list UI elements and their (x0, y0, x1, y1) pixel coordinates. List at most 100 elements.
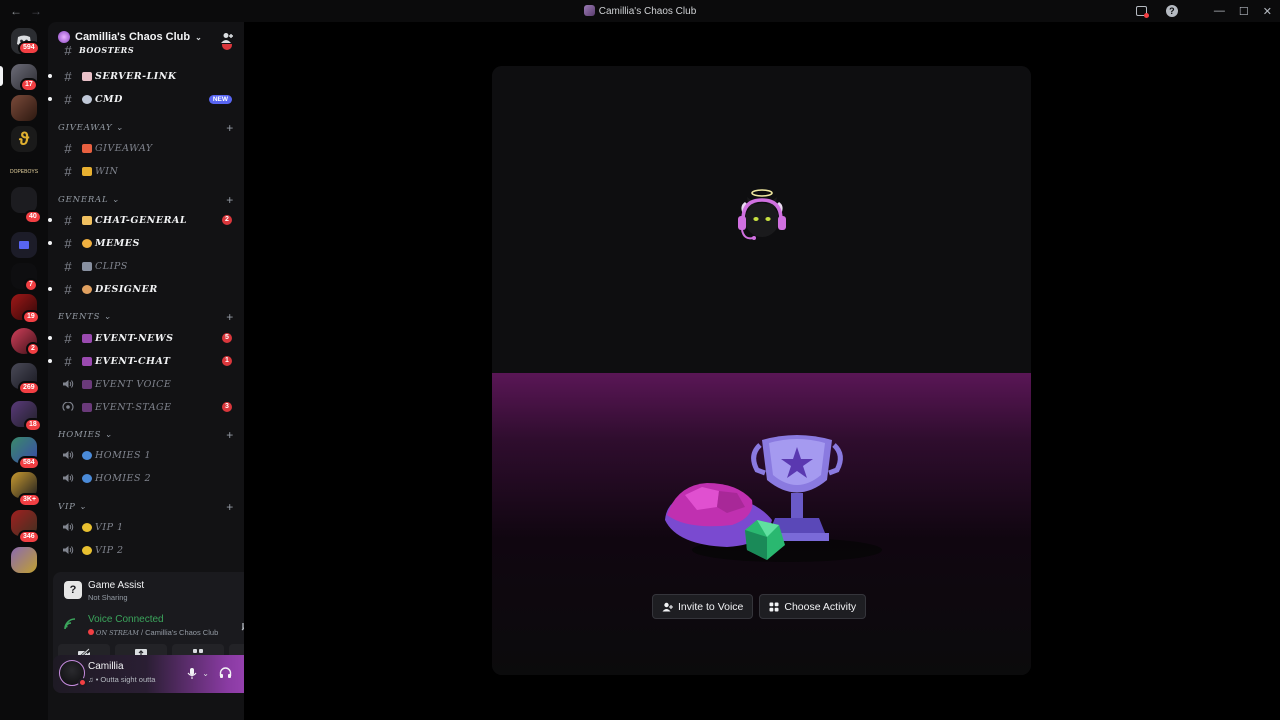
invite-to-voice-button[interactable]: Invite to Voice (652, 594, 754, 619)
channel-event-stage[interactable]: EVENT-STAGE 3 (54, 397, 238, 417)
server-badge: 17 (20, 78, 38, 92)
title-bar: ← → Camillia's Chaos Club ? — ☐ ✕ (0, 0, 1280, 22)
channel-memes[interactable]: # MEMES (48, 233, 238, 253)
category-events[interactable]: EVENTS ⌄ + (58, 310, 234, 326)
hash-icon: # (64, 140, 72, 156)
server-rail: 594 17 ϑ DOPEBOYS 40 7 19 2 269 18 584 3… (0, 22, 48, 720)
server-folder-blue[interactable] (11, 232, 37, 258)
server-badge: 3K+ (18, 493, 42, 507)
category-vip[interactable]: VIP ⌄ + (58, 500, 234, 516)
speaker-icon (60, 379, 76, 389)
game-assist-title: Game Assist (88, 580, 145, 591)
hash-icon: # (64, 330, 72, 346)
inbox-button[interactable] (1134, 3, 1150, 19)
avatar-mascot-icon (738, 189, 786, 240)
participant-area (492, 66, 1031, 373)
server-name: Camillia's Chaos Club (75, 31, 191, 43)
voice-connected-label[interactable]: Voice Connected (88, 614, 164, 625)
minimize-button[interactable]: — (1214, 5, 1225, 17)
laugh-emoji-icon (82, 238, 92, 248)
stage-icon (60, 401, 76, 412)
channel-vip-2[interactable]: VIP 2 (54, 540, 238, 560)
server-dopeboys[interactable]: DOPEBOYS (10, 159, 38, 185)
inbox-icon (1136, 6, 1150, 18)
add-channel-icon[interactable]: + (226, 428, 234, 442)
server-icon-2[interactable] (11, 95, 37, 121)
channel-event-voice[interactable]: EVENT VOICE (54, 374, 238, 394)
gift-emoji-icon (82, 143, 92, 153)
robot-emoji-icon (82, 94, 92, 104)
server-badge: 40 (24, 210, 42, 224)
server-badge: 584 (18, 456, 40, 470)
server-header[interactable]: Camillia's Chaos Club ⌄ (58, 31, 202, 43)
yellow-circle-emoji-icon (82, 545, 92, 555)
help-button[interactable]: ? (1164, 3, 1180, 19)
mention-count: 5 (222, 333, 232, 343)
category-general[interactable]: GENERAL ⌄ + (58, 193, 234, 209)
server-boost-icon (58, 31, 70, 43)
channel-boosters[interactable]: # BOOSTERS (54, 44, 238, 56)
server-icon-3[interactable]: ϑ (11, 126, 37, 152)
event-emoji-icon (82, 333, 92, 343)
help-icon: ? (1165, 5, 1178, 17)
channel-giveaway[interactable]: # GIVEAWAY (54, 138, 238, 158)
invite-people-icon[interactable] (220, 32, 234, 44)
channel-cmd[interactable]: # CMD NEW (48, 89, 238, 109)
unread-count (222, 44, 232, 50)
channel-clips[interactable]: # CLIPS (54, 256, 238, 276)
yellow-circle-emoji-icon (82, 522, 92, 532)
add-channel-icon[interactable]: + (226, 310, 234, 324)
hash-icon: # (64, 258, 72, 274)
channel-homies-1[interactable]: HOMIES 1 (54, 445, 238, 465)
add-channel-icon[interactable]: + (226, 193, 234, 207)
chevron-down-icon: ⌄ (195, 32, 202, 42)
chevron-down-icon[interactable]: ⌄ (202, 669, 209, 678)
unread-dot (48, 218, 52, 222)
mention-count: 3 (222, 402, 232, 412)
server-folder-7[interactable] (11, 547, 37, 573)
maximize-button[interactable]: ☐ (1239, 5, 1249, 18)
avatar[interactable] (59, 660, 87, 687)
channel-server-link[interactable]: # SERVER-LINK (48, 66, 238, 86)
close-button[interactable]: ✕ (1263, 5, 1272, 18)
category-homies[interactable]: HOMIES ⌄ + (58, 428, 234, 444)
trophy-illustration-icon (665, 435, 882, 562)
blue-circle-emoji-icon (82, 450, 92, 460)
channel-win[interactable]: # WIN (54, 161, 238, 181)
channel-chat-general[interactable]: # CHAT-GENERAL 2 (48, 210, 238, 230)
add-user-icon (662, 602, 673, 611)
server-badge: 7 (24, 278, 38, 292)
hash-icon: # (64, 91, 72, 107)
category-giveaway[interactable]: GIVEAWAY ⌄ + (58, 121, 234, 137)
channel-designer[interactable]: # DESIGNER (48, 279, 238, 299)
hash-icon: # (64, 68, 72, 84)
channel-homies-2[interactable]: HOMIES 2 (54, 468, 238, 488)
speaker-icon (60, 473, 76, 483)
activity-promo: Invite to Voice Choose Activity (492, 373, 1031, 675)
mute-button[interactable] (185, 666, 199, 680)
server-badge: 346 (18, 530, 40, 544)
username[interactable]: Camillia (88, 661, 124, 672)
custom-status: ♫ • Outta sight outta (88, 675, 156, 684)
deafen-button[interactable] (218, 666, 232, 680)
palette-emoji-icon (82, 284, 92, 294)
add-channel-icon[interactable]: + (226, 121, 234, 135)
mention-count: 2 (222, 215, 232, 225)
window-title: Camillia's Chaos Club (0, 5, 1280, 17)
unread-dot (48, 74, 52, 78)
game-assist-status: Not Sharing (88, 593, 128, 602)
dnd-status-icon (78, 678, 87, 687)
main-content: Invite to Voice Choose Activity (244, 22, 1280, 720)
hash-icon: # (64, 163, 72, 179)
game-assist-icon: ? (64, 581, 82, 599)
voice-stage-card: Invite to Voice Choose Activity (492, 66, 1031, 675)
mention-count: 1 (222, 356, 232, 366)
hash-icon: # (64, 235, 72, 251)
envelope-emoji-icon (82, 71, 92, 81)
channel-event-news[interactable]: # EVENT-NEWS 5 (48, 328, 238, 348)
event-emoji-icon (82, 356, 92, 366)
channel-vip-1[interactable]: VIP 1 (54, 517, 238, 537)
channel-event-chat[interactable]: # EVENT-CHAT 1 (48, 351, 238, 371)
choose-activity-button[interactable]: Choose Activity (759, 594, 867, 619)
add-channel-icon[interactable]: + (226, 500, 234, 514)
